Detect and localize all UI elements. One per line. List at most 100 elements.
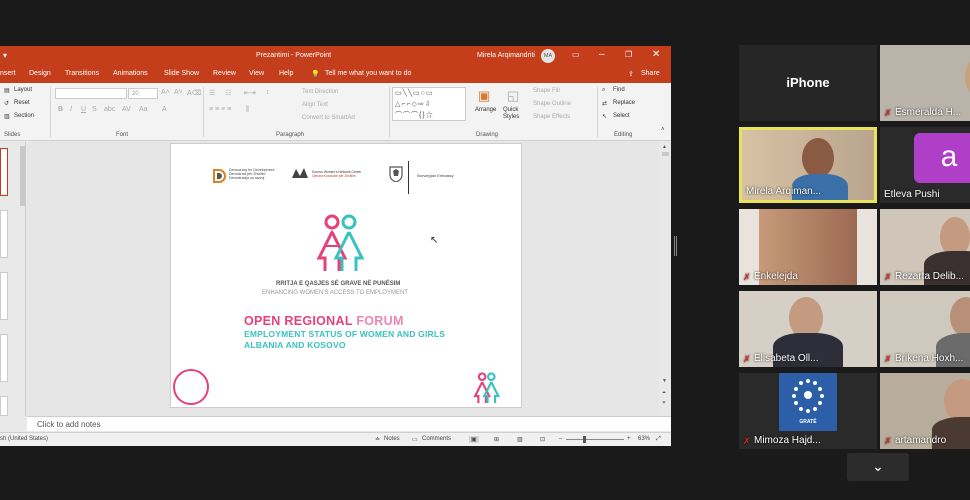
tab-review[interactable]: Review [213, 70, 236, 77]
notes-pane[interactable]: Click to add notes [27, 416, 671, 431]
arrange-button[interactable]: Arrange [475, 107, 496, 113]
indent-icon[interactable]: ⇤⇥ [244, 89, 256, 97]
women-figures-logo [315, 214, 367, 272]
shadow-icon[interactable]: S [92, 106, 97, 113]
tab-help[interactable]: Help [279, 70, 293, 77]
align-buttons[interactable]: ≡ ≡ ≡ ≡ [209, 106, 231, 113]
spacing-icon[interactable]: AV [122, 106, 131, 113]
zoom-slider-thumb[interactable] [583, 436, 586, 443]
participant-tile[interactable]: ✗ Elisabeta Oll... [739, 291, 877, 367]
underline-icon[interactable]: U [81, 106, 86, 113]
select-button[interactable]: Select [613, 113, 630, 119]
participant-tile[interactable]: ✗ Enkelejda [739, 209, 877, 285]
thumb-scrollbar[interactable] [20, 146, 25, 206]
participant-name: ✗ Elisabeta Oll... [743, 353, 819, 364]
tab-transitions[interactable]: Transitions [65, 70, 99, 77]
gallery-next-page-button[interactable]: ⌄ [847, 453, 909, 481]
shape-fill-button[interactable]: Shape Fill [533, 88, 560, 94]
font-size-box[interactable]: 20 [128, 88, 158, 99]
vertical-scrollbar[interactable]: ▲ ▼ ⏶ ⏷ [660, 142, 671, 416]
minimize-icon[interactable]: – [599, 49, 605, 60]
replace-button[interactable]: Replace [613, 100, 635, 106]
avatar: a [914, 133, 970, 183]
tab-insert[interactable]: nsert [0, 70, 16, 77]
prev-slide-icon[interactable]: ⏶ [662, 390, 666, 396]
participant-tile[interactable]: ✗ Rezarta Delib... [880, 209, 970, 285]
change-case-icon[interactable]: Aa [139, 106, 148, 113]
shape-effects-button[interactable]: Shape Effects [533, 114, 570, 120]
tab-design[interactable]: Design [29, 70, 51, 77]
participant-tile[interactable]: iPhone [739, 45, 877, 121]
columns-icon[interactable]: ⫼ [246, 106, 249, 114]
italic-icon[interactable]: I [70, 106, 72, 113]
tell-me-search[interactable]: Tell me what you want to do [325, 70, 411, 77]
participant-tile[interactable]: a Etleva Pushi [880, 127, 970, 203]
layout-button[interactable]: Layout [14, 87, 32, 93]
strikethrough-icon[interactable]: abc [104, 106, 115, 113]
notes-button[interactable]: Notes [384, 436, 400, 442]
tab-animations[interactable]: Animations [113, 70, 148, 77]
zoom-in-icon[interactable]: + [627, 436, 631, 442]
user-name[interactable]: Mirela Arqimandriti [477, 52, 535, 59]
window-title: Prezantimi - PowerPoint [256, 52, 332, 59]
slide[interactable]: Democracy for Development Demokraci për Z… [170, 143, 522, 408]
splitter-handle[interactable] [674, 236, 677, 256]
bold-icon[interactable]: B [58, 106, 63, 113]
close-icon[interactable]: ✕ [652, 49, 660, 60]
scroll-up-icon[interactable]: ▲ [662, 144, 667, 150]
grow-font-icon[interactable]: A˄ [161, 89, 170, 96]
find-button[interactable]: Find [613, 87, 625, 93]
font-color-icon[interactable]: A [162, 106, 167, 113]
slide-sorter-icon[interactable]: ⊞ [494, 436, 499, 443]
scroll-thumb[interactable] [662, 152, 669, 156]
participant-tile[interactable]: ✗ Brikena Hoxh... [880, 291, 970, 367]
text-direction-button[interactable]: Text Direction [302, 89, 338, 95]
tab-view[interactable]: View [249, 70, 264, 77]
next-slide-icon[interactable]: ⏷ [662, 400, 666, 406]
participant-tile[interactable]: ✗ Esmeralda H... [880, 45, 970, 121]
share-button[interactable]: Share [641, 70, 660, 77]
paragraph-group-label: Paragraph [276, 132, 305, 138]
shape-outline-button[interactable]: Shape Outline [533, 101, 571, 107]
participant-tile[interactable]: GRATË ✗ Mimoza Hajd... [739, 373, 877, 449]
slideshow-icon[interactable]: ⊡ [540, 436, 545, 443]
avatar[interactable]: MA [541, 49, 555, 63]
participant-name: Mirela Arqiman... [746, 186, 822, 197]
zoom-out-icon[interactable]: – [559, 436, 562, 442]
participant-tile-active-speaker[interactable]: Mirela Arqiman... [739, 127, 877, 203]
numbering-icon[interactable]: ☷ [225, 89, 231, 97]
zoom-level[interactable]: 63% [638, 436, 650, 442]
reset-icon: ↺ [4, 101, 10, 107]
fit-slide-icon[interactable]: ⤢ [656, 436, 661, 443]
reset-button[interactable]: Reset [14, 100, 30, 106]
ribbon-display-icon[interactable]: ▭ [572, 50, 580, 59]
slide-thumbnail[interactable] [0, 210, 8, 258]
normal-view-icon[interactable]: ▣ [469, 436, 479, 443]
restore-icon[interactable]: ❐ [625, 50, 632, 59]
participant-tile[interactable]: ✗ artamandro [880, 373, 970, 449]
scroll-down-icon[interactable]: ▼ [662, 378, 667, 384]
language-status[interactable]: sh (United States) [0, 436, 48, 442]
clear-format-icon[interactable]: A⌫ [187, 89, 202, 97]
shapes-gallery[interactable]: ▭╲╲▭○▭ △⌐⌐◇⇨⇩ ⌒⌒⌒{}☆ [392, 87, 466, 121]
align-text-button[interactable]: Align Text [302, 102, 328, 108]
line-spacing-icon[interactable]: ↕ [266, 89, 270, 96]
participant-name: ✗ Brikena Hoxh... [884, 353, 964, 364]
coat-of-arms-icon [389, 166, 403, 183]
slide-thumbnail[interactable] [0, 272, 8, 320]
section-button[interactable]: Section [14, 113, 34, 119]
zoom-slider[interactable] [566, 439, 624, 440]
font-name-box[interactable] [55, 88, 127, 99]
qat-icon[interactable]: ▾ [3, 51, 7, 60]
slide-thumbnail[interactable] [0, 148, 8, 196]
quick-styles-button[interactable]: Quick Styles [503, 107, 527, 121]
bullets-icon[interactable]: ☰ [209, 89, 215, 97]
slide-thumbnail[interactable] [0, 334, 8, 382]
comments-button[interactable]: Comments [422, 436, 451, 442]
reading-view-icon[interactable]: ▥ [517, 436, 523, 443]
slide-thumbnail[interactable] [0, 396, 8, 416]
collapse-ribbon-icon[interactable]: ˄ [661, 127, 665, 133]
convert-smartart-button[interactable]: Convert to SmartArt [302, 115, 355, 121]
tab-slide-show[interactable]: Slide Show [164, 70, 199, 77]
shrink-font-icon[interactable]: A˅ [174, 89, 183, 96]
